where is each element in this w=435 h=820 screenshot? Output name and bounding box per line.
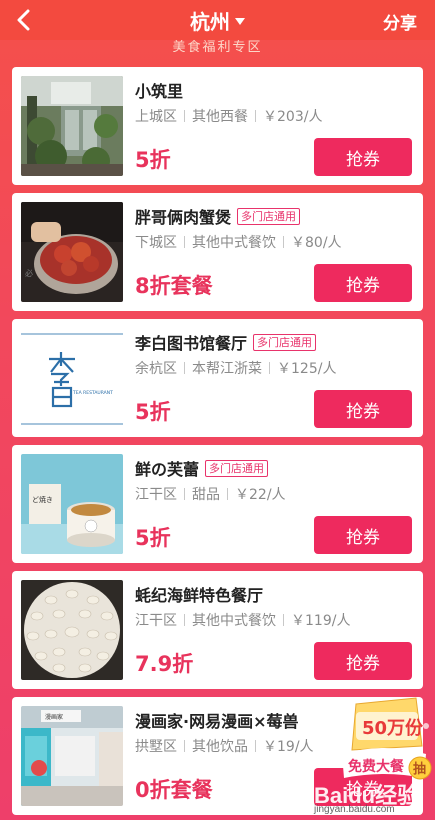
discount-label: 5折 [135,400,171,424]
price-per-person: ￥119/人 [291,613,351,629]
restaurant-meta: 下城区 其他中式餐饮 ￥80/人 [135,232,342,252]
district: 下城区 [135,235,177,251]
category: 甜品 [192,487,220,503]
restaurant-meta: 拱墅区 其他饮品 ￥19/人 [135,736,314,756]
restaurant-thumbnail: 漫画家 [21,706,123,806]
divider [227,488,228,500]
restaurant-thumbnail [21,76,123,176]
district: 江干区 [135,613,177,629]
watermark-url: jingyan.baidu.com [314,804,395,815]
promo-action: 抽 [413,761,426,777]
multi-store-tag: 多门店通用 [253,333,317,351]
discount-label: 5折 [135,148,171,172]
share-button[interactable]: 分享 [383,9,417,34]
category: 其他中式餐饮 [192,235,276,251]
restaurant-meta: 江干区 其他中式餐饮 ￥119/人 [135,610,350,630]
divider [269,362,270,374]
svg-text:必: 必 [25,268,33,278]
promo-label: 免费大餐 [348,758,405,775]
grab-coupon-button[interactable]: 抢券 [314,642,412,680]
category: 其他中式餐饮 [192,613,276,629]
restaurant-thumbnail: 必 [21,202,123,302]
city-name: 杭州 [190,9,230,34]
discount-label: 0折套餐 [135,778,213,802]
price-per-person: ￥80/人 [291,235,342,251]
divider [283,614,284,626]
baidu-watermark: Baidu经验 jingyan.baidu.com [286,778,432,820]
divider [184,488,185,500]
restaurant-name: 胖哥俩肉蟹煲 [135,208,232,227]
divider [184,110,185,122]
divider [184,614,185,626]
restaurant-name: 鲜の芙蕾 [135,460,200,479]
restaurant-name: 李白图书馆餐厅 [135,334,248,353]
grab-coupon-button[interactable]: 抢券 [314,138,412,176]
grab-coupon-button[interactable]: 抢券 [314,390,412,428]
price-per-person: ￥125/人 [277,361,337,377]
district: 余杭区 [135,361,177,377]
libai-logo-text: TEA RESTAURANT [72,390,113,396]
svg-text:漫画家: 漫画家 [45,713,63,721]
restaurant-name: 小筑里 [135,82,184,101]
district: 上城区 [135,109,177,125]
grab-coupon-button[interactable]: 抢券 [314,264,412,302]
divider [283,236,284,248]
district: 江干区 [135,487,177,503]
divider [184,236,185,248]
restaurant-card[interactable]: 必 胖哥俩肉蟹煲 多门店通用 下城区 其他中式餐饮 ￥80/人 8折套餐 抢券 [12,193,423,311]
restaurant-name: 漫画家·网易漫画×莓兽 [135,712,299,731]
discount-label: 7.9折 [135,652,194,676]
divider [184,740,185,752]
category: 其他西餐 [192,109,248,125]
restaurant-card[interactable]: 小筑里 上城区 其他西餐 ￥203/人 5折 抢券 [12,67,423,185]
price-per-person: ￥22/人 [235,487,286,503]
restaurant-meta: 江干区 甜品 ￥22/人 [135,484,286,504]
restaurant-card[interactable]: ど焼き 鲜の芙蕾 多门店通用 江干区 甜品 ￥22/人 5折 抢券 [12,445,423,563]
restaurant-meta: 上城区 其他西餐 ￥203/人 [135,106,322,126]
district: 拱墅区 [135,739,177,755]
price-per-person: ￥203/人 [263,109,323,125]
multi-store-tag: 多门店通用 [237,207,301,225]
grab-coupon-button[interactable]: 抢券 [314,516,412,554]
back-button[interactable] [8,4,40,36]
restaurant-thumbnail: ど焼き [21,454,123,554]
restaurant-meta: 余杭区 本帮江浙菜 ￥125/人 [135,358,336,378]
price-per-person: ￥19/人 [263,739,314,755]
multi-store-tag: 多门店通用 [205,459,269,477]
restaurant-thumbnail: TEA RESTAURANT [21,328,123,428]
top-bar: 杭州 分享 [0,0,435,40]
restaurant-card[interactable]: TEA RESTAURANT 李白图书馆餐厅 多门店通用 余杭区 本帮江浙菜 ￥… [12,319,423,437]
promo-amount: 50万份 [362,717,424,739]
svg-text:ど焼き: ど焼き [32,495,53,504]
category: 其他饮品 [192,739,248,755]
caret-down-icon [235,17,245,25]
category: 本帮江浙菜 [192,361,262,377]
restaurant-thumbnail [21,580,123,680]
divider [255,740,256,752]
back-arrow-icon [17,9,30,31]
divider [255,110,256,122]
discount-label: 5折 [135,526,171,550]
divider [184,362,185,374]
city-selector[interactable]: 杭州 [190,6,245,35]
restaurant-card[interactable]: 蚝纪海鲜特色餐厅 江干区 其他中式餐饮 ￥119/人 7.9折 抢券 [12,571,423,689]
discount-label: 8折套餐 [135,274,213,298]
restaurant-name: 蚝纪海鲜特色餐厅 [135,586,264,605]
